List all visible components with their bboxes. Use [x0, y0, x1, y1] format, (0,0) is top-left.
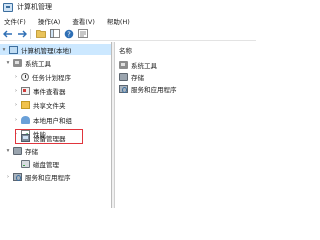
expand-arrow-icon[interactable]: ›	[4, 173, 12, 181]
forward-arrow-icon[interactable]	[16, 28, 28, 40]
tree-item-event-viewer[interactable]: › 事件查看器	[12, 85, 66, 96]
tree-item-disk-management[interactable]: 磁盘管理	[20, 158, 59, 169]
folder-icon[interactable]	[35, 28, 47, 40]
menu-file[interactable]: 文件(F)	[0, 16, 32, 26]
tree-item-label: 存储	[25, 147, 38, 156]
list-item-label: 存储	[131, 73, 144, 82]
computer-icon	[9, 45, 18, 54]
properties-icon[interactable]	[77, 28, 89, 40]
clock-icon	[21, 72, 29, 81]
details-pane: 名称 系统工具 存储 服务和应用程序	[116, 42, 256, 208]
column-header-name[interactable]: 名称	[116, 44, 132, 55]
tree-item-label: 磁盘管理	[33, 160, 59, 169]
list-item[interactable]: 服务和应用程序	[118, 83, 177, 94]
collapse-arrow-icon[interactable]: ▾	[4, 147, 12, 155]
storage-icon	[13, 146, 22, 155]
console-tree: ▾ 计算机管理(本地) ▾ 系统工具 › 任务计划程序 › 事件查看器 › 共享…	[0, 42, 112, 208]
disk-icon	[21, 159, 30, 168]
expand-arrow-icon[interactable]: ›	[12, 73, 20, 81]
tree-item-label: 计算机管理(本地)	[21, 46, 72, 55]
tree-item-root[interactable]: ▾ 计算机管理(本地)	[0, 44, 111, 55]
menu-bar: 文件(F) 操作(A) 查看(V) 帮助(H)	[0, 14, 256, 27]
collapse-arrow-icon[interactable]: ▾	[4, 59, 12, 67]
list-item[interactable]: 存储	[118, 71, 144, 82]
title-bar: 计算机管理	[0, 0, 256, 14]
menu-help[interactable]: 帮助(H)	[101, 16, 136, 26]
tree-item-services-apps[interactable]: › 服务和应用程序	[4, 171, 71, 182]
console-tree-icon[interactable]	[49, 28, 61, 40]
tools-icon	[13, 58, 22, 67]
tree-item-system-tools[interactable]: ▾ 系统工具	[4, 57, 51, 68]
tree-item-local-users[interactable]: › 本地用户和组	[12, 114, 72, 125]
tree-item-label: 任务计划程序	[32, 73, 71, 82]
collapse-arrow-icon[interactable]: ▾	[0, 46, 8, 54]
tree-item-label: 本地用户和组	[33, 116, 72, 125]
event-viewer-icon	[21, 86, 30, 95]
tree-item-label: 服务和应用程序	[25, 173, 71, 182]
help-icon[interactable]: ?	[63, 28, 75, 40]
list-item[interactable]: 系统工具	[118, 59, 157, 70]
window-title: 计算机管理	[17, 3, 52, 11]
expand-arrow-icon[interactable]: ›	[12, 87, 20, 95]
menu-action[interactable]: 操作(A)	[32, 16, 67, 26]
tree-item-label: 共享文件夹	[33, 101, 66, 110]
services-icon	[13, 172, 22, 181]
expand-arrow-icon[interactable]: ›	[12, 116, 20, 124]
tools-icon	[119, 60, 128, 69]
services-icon	[119, 84, 128, 93]
svg-text:?: ?	[67, 30, 71, 38]
menu-view[interactable]: 查看(V)	[66, 16, 101, 26]
toolbar: ?	[0, 27, 256, 41]
list-item-label: 服务和应用程序	[131, 85, 177, 94]
expand-arrow-icon[interactable]: ›	[12, 101, 20, 109]
toolbar-separator	[30, 28, 31, 39]
back-arrow-icon[interactable]	[2, 28, 14, 40]
computer-management-icon	[3, 2, 13, 12]
tree-item-label: 系统工具	[25, 59, 51, 68]
tree-item-task-scheduler[interactable]: › 任务计划程序	[12, 71, 71, 82]
storage-icon	[119, 72, 128, 81]
highlight-box	[15, 129, 83, 144]
tree-item-storage[interactable]: ▾ 存储	[4, 145, 38, 156]
shared-folder-icon	[21, 100, 30, 109]
list-item-label: 系统工具	[131, 61, 157, 70]
tree-item-shared-folders[interactable]: › 共享文件夹	[12, 99, 66, 110]
tree-item-label: 事件查看器	[33, 87, 66, 96]
users-icon	[21, 115, 30, 124]
pane-splitter[interactable]	[112, 42, 115, 208]
